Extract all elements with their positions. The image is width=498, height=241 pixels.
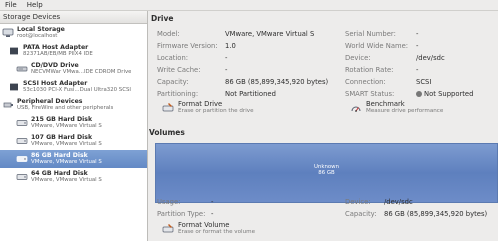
firmware-value: 1.0 — [225, 42, 236, 50]
rotation-rate-label: Rotation Rate: — [345, 66, 394, 74]
sidebar-item-64gb-disk[interactable]: 64 GB Hard Disk VMware, VMware Virtual S — [0, 168, 147, 186]
format-drive-button[interactable]: Format Drive Erase or partition the driv… — [161, 101, 254, 115]
sidebar-item-107gb-disk[interactable]: 107 GB Hard Disk VMware, VMware Virtual … — [0, 132, 147, 150]
partition-type-label: Partition Type: — [157, 210, 206, 218]
details-panel: Drive Model: VMware, VMware Virtual S Fi… — [149, 11, 498, 241]
format-drive-label: Format Drive — [178, 100, 223, 108]
volume-graph-size: 86 GB — [318, 170, 335, 176]
computer-icon — [2, 28, 14, 38]
wwn-value: - — [416, 42, 419, 50]
chip-icon — [8, 82, 20, 92]
firmware-label: Firmware Version: — [157, 42, 218, 50]
volumes-section-title: Volumes — [149, 128, 185, 137]
usb-plug-icon — [2, 100, 14, 110]
serial-label: Serial Number: — [345, 30, 396, 38]
capacity-value: 86 GB (85,899,345,920 bytes) — [225, 78, 329, 86]
storage-devices-sidebar: Storage Devices Local Storage root@local… — [0, 11, 148, 241]
sidebar-item-scsi-host-adapter[interactable]: SCSI Host Adapter 53c1030 PCI-X Fusi...D… — [0, 78, 147, 96]
menubar: File Help — [0, 0, 498, 11]
benchmark-icon — [349, 101, 362, 114]
capacity-label: Capacity: — [157, 78, 189, 86]
sidebar-item-86gb-disk[interactable]: 86 GB Hard Disk VMware, VMware Virtual S — [0, 150, 147, 168]
sidebar-item-title: 107 GB Hard Disk — [31, 134, 93, 141]
sidebar-item-title: Local Storage — [17, 26, 65, 33]
optical-drive-icon — [16, 64, 28, 74]
sidebar-item-title: 64 GB Hard Disk — [31, 170, 88, 177]
sidebar-item-subtitle: 82371AB/EB/MB PIIX4 IDE — [23, 51, 93, 57]
rotation-rate-value: - — [416, 66, 419, 74]
benchmark-label: Benchmark — [366, 100, 405, 108]
sidebar-item-subtitle: VMware, VMware Virtual S — [31, 123, 102, 129]
sidebar-item-subtitle: NECVMWar VMwa...IDE CDROM Drive — [31, 69, 132, 75]
format-volume-button[interactable]: Format Volume Erase or format the volume — [161, 222, 255, 236]
volume-graph[interactable]: Unknown 86 GB — [155, 143, 498, 203]
menu-file[interactable]: File — [0, 0, 22, 10]
device-tree: Local Storage root@localhost PATA Host A… — [0, 24, 147, 186]
benchmark-description: Measure drive performance — [366, 108, 444, 114]
sidebar-item-subtitle: VMware, VMware Virtual S — [31, 141, 102, 147]
volume-device-label: Device: — [345, 198, 371, 206]
location-value: - — [225, 54, 228, 62]
format-volume-description: Erase or format the volume — [178, 229, 256, 235]
volume-capacity-value: 86 GB (85,899,345,920 bytes) — [384, 210, 488, 218]
volume-graph-label: Unknown 86 GB — [156, 164, 497, 176]
sidebar-item-subtitle: VMware, VMware Virtual S — [31, 177, 102, 183]
sidebar-item-subtitle: USB, FireWire and other peripherals — [17, 105, 114, 111]
sidebar-item-subtitle: VMware, VMware Virtual S — [31, 159, 102, 165]
device-label: Device: — [345, 54, 371, 62]
format-volume-label: Format Volume — [178, 221, 230, 229]
chip-icon — [8, 46, 20, 56]
write-cache-value: - — [225, 66, 228, 74]
format-volume-icon — [161, 222, 174, 235]
device-value: /dev/sdc — [416, 54, 445, 62]
partitioning-label: Partitioning: — [157, 90, 199, 98]
smart-status-icon — [416, 91, 422, 97]
benchmark-button[interactable]: Benchmark Measure drive performance — [349, 101, 443, 115]
sidebar-item-title: CD/DVD Drive — [31, 62, 79, 69]
menu-help[interactable]: Help — [22, 0, 48, 10]
drive-model-row: Model: — [157, 30, 180, 38]
hard-disk-icon — [16, 154, 28, 164]
drive-model-label: Model: — [157, 30, 180, 38]
connection-value: SCSI — [416, 78, 432, 86]
sidebar-item-pata-host-adapter[interactable]: PATA Host Adapter 82371AB/EB/MB PIIX4 ID… — [0, 42, 147, 60]
hard-disk-icon — [16, 118, 28, 128]
volume-device-value: /dev/sdc — [384, 198, 413, 206]
write-cache-label: Write Cache: — [157, 66, 201, 74]
sidebar-item-peripheral-devices[interactable]: Peripheral Devices USB, FireWire and oth… — [0, 96, 147, 114]
format-drive-icon — [161, 101, 174, 114]
partitioning-value: Not Partitioned — [225, 90, 276, 98]
sidebar-item-215gb-disk[interactable]: 215 GB Hard Disk VMware, VMware Virtual … — [0, 114, 147, 132]
wwn-label: World Wide Name: — [345, 42, 409, 50]
hard-disk-icon — [16, 172, 28, 182]
serial-value: - — [416, 30, 419, 38]
sidebar-item-local-storage[interactable]: Local Storage root@localhost — [0, 24, 147, 42]
drive-section-title: Drive — [151, 14, 174, 23]
smart-status-label: SMART Status: — [345, 90, 395, 98]
hard-disk-icon — [16, 136, 28, 146]
volume-capacity-label: Capacity: — [345, 210, 377, 218]
sidebar-item-cd-dvd-drive[interactable]: CD/DVD Drive NECVMWar VMwa...IDE CDROM D… — [0, 60, 147, 78]
sidebar-item-subtitle: root@localhost — [17, 33, 58, 39]
partition-type-value: - — [211, 210, 214, 218]
sidebar-item-subtitle: 53c1030 PCI-X Fusi...Dual Ultra320 SCSI — [23, 87, 131, 93]
format-drive-description: Erase or partition the drive — [178, 108, 254, 114]
smart-status-value: Not Supported — [424, 90, 474, 98]
location-label: Location: — [157, 54, 189, 62]
connection-label: Connection: — [345, 78, 386, 86]
sidebar-item-title: Peripheral Devices — [17, 98, 83, 105]
usage-value: - — [211, 198, 214, 206]
usage-label: Usage: — [157, 198, 181, 206]
sidebar-item-title: 215 GB Hard Disk — [31, 116, 93, 123]
sidebar-item-title: SCSI Host Adapter — [23, 80, 88, 87]
sidebar-header: Storage Devices — [0, 11, 147, 24]
sidebar-item-title: PATA Host Adapter — [23, 44, 89, 51]
drive-model-value: VMware, VMware Virtual S — [225, 30, 315, 38]
sidebar-item-title: 86 GB Hard Disk — [31, 152, 88, 159]
